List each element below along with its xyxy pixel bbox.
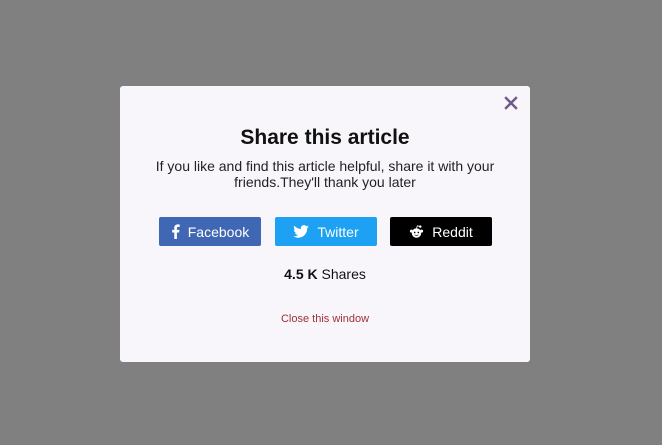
- twitter-label: Twitter: [317, 223, 359, 240]
- share-count-value: 4.5 K: [284, 266, 318, 282]
- modal-description: If you like and find this article helpfu…: [155, 158, 495, 190]
- facebook-icon: [171, 224, 180, 239]
- facebook-share-button[interactable]: Facebook: [159, 217, 261, 246]
- share-count-label: Shares: [321, 266, 366, 282]
- reddit-icon: [409, 225, 424, 238]
- close-window-link[interactable]: Close this window: [120, 313, 530, 325]
- reddit-label: Reddit: [432, 223, 473, 240]
- modal-title: Share this article: [240, 126, 410, 149]
- share-modal: Share this article If you like and find …: [120, 86, 530, 362]
- close-icon[interactable]: [503, 95, 519, 111]
- share-count: 4.5 K Shares: [120, 266, 530, 282]
- reddit-share-button[interactable]: Reddit: [390, 217, 492, 246]
- twitter-icon: [293, 225, 310, 238]
- twitter-share-button[interactable]: Twitter: [275, 217, 377, 246]
- facebook-label: Facebook: [187, 223, 250, 240]
